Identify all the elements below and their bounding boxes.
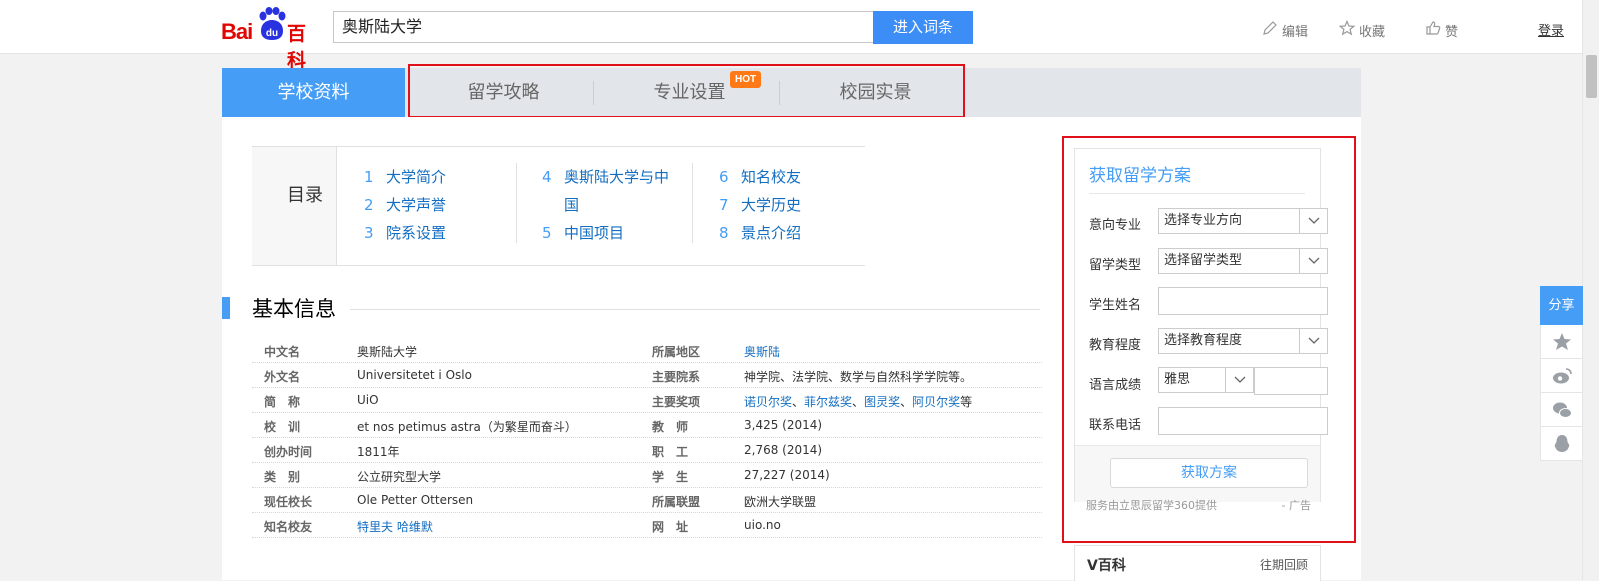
toc-item[interactable]: 1 大学简介 <box>364 166 446 187</box>
alumni-link[interactable]: 特里夫 哈维默 <box>357 518 433 535</box>
toc-item[interactable]: 6 知名校友 <box>719 166 801 187</box>
toc-item[interactable]: 3 院系设置 <box>364 222 446 243</box>
awards-value: 诺贝尔奖、菲尔兹奖、图灵奖、阿贝尔奖等 <box>744 395 973 409</box>
award-link[interactable]: 阿贝尔奖 <box>912 395 960 409</box>
top-bar: Bai du 百科 奥斯陆大学 进入词条 编辑 收藏 赞 登录 <box>0 0 1583 72</box>
region-link[interactable]: 奥斯陆 <box>744 343 780 360</box>
qzone-icon[interactable] <box>1540 325 1583 359</box>
section-header: 基本信息 <box>222 297 1040 321</box>
baidu-baike-logo[interactable]: Bai du 百科 <box>221 7 321 72</box>
toc-item[interactable]: 4 奥斯陆大学与中 <box>542 166 669 187</box>
toc-title-column: 目录 <box>252 147 337 265</box>
pencil-icon <box>1262 20 1278 40</box>
toc-item[interactable]: 5 中国项目 <box>542 222 624 243</box>
highlight-box-form <box>1062 136 1356 543</box>
scrollbar-thumb[interactable] <box>1586 55 1597 98</box>
tab-school-info[interactable]: 学校资料 <box>222 68 405 117</box>
favorite-button[interactable]: 收藏 <box>1338 20 1386 40</box>
section-marker <box>222 297 230 319</box>
weibo-icon[interactable] <box>1540 359 1583 393</box>
info-row: 外文名 Universitetet i Oslo 主要院系 神学院、法学院、数学… <box>252 362 1042 388</box>
like-label: 赞 <box>1445 24 1459 40</box>
v-baike-box: V百科 往期回顾 <box>1074 545 1321 581</box>
like-button[interactable]: 赞 <box>1425 20 1458 40</box>
edit-label: 编辑 <box>1282 24 1309 40</box>
toc-item[interactable]: 8 景点介绍 <box>719 222 801 243</box>
v-baike-title: V百科 <box>1087 558 1126 574</box>
thumbs-up-icon <box>1425 20 1441 40</box>
toc-separator <box>692 163 693 243</box>
past-issues-link[interactable]: 往期回顾 <box>1260 556 1308 573</box>
toc-separator <box>516 163 517 243</box>
search-input[interactable]: 奥斯陆大学 <box>333 11 873 43</box>
info-row: 现任校长 Ole Petter Ottersen 所属联盟 欧洲大学联盟 <box>252 487 1042 513</box>
info-row: 中文名 奥斯陆大学 所属地区 奥斯陆 <box>252 337 1042 363</box>
table-of-contents: 目录 1 大学简介 2 大学声誉 3 院系设置 4 奥斯陆大学与中 国 5 中国项目 6知… <box>252 146 865 266</box>
section-divider <box>350 309 1040 310</box>
logo-paw-icon: du <box>257 7 287 41</box>
qq-icon[interactable] <box>1540 427 1583 461</box>
wechat-icon[interactable] <box>1540 393 1583 427</box>
highlight-box-tabs <box>408 64 965 118</box>
award-link[interactable]: 诺贝尔奖 <box>744 395 792 409</box>
info-row: 知名校友 特里夫 哈维默 网 址 uio.no <box>252 512 1042 538</box>
share-panel: 分享 <box>1540 286 1583 461</box>
share-button[interactable]: 分享 <box>1540 286 1583 325</box>
favorite-label: 收藏 <box>1359 24 1386 40</box>
info-row: 校 训 et nos petimus astra（为繁星而奋斗） 教 师 3,4… <box>252 412 1042 438</box>
star-icon <box>1338 20 1356 40</box>
edit-button[interactable]: 编辑 <box>1262 20 1308 40</box>
award-link[interactable]: 图灵奖 <box>864 395 900 409</box>
award-link[interactable]: 菲尔兹奖 <box>804 395 852 409</box>
info-row: 简 称 UiO 主要奖项 诺贝尔奖、菲尔兹奖、图灵奖、阿贝尔奖等 <box>252 387 1042 413</box>
info-row: 创办时间 1811年 职 工 2,768 (2014) <box>252 437 1042 463</box>
toc-item-continued[interactable]: 国 <box>542 194 579 215</box>
logo-bai-text: Bai <box>221 19 253 44</box>
page-scrollbar[interactable] <box>1582 0 1599 580</box>
logo-du-text: du <box>266 28 278 39</box>
enter-entry-button[interactable]: 进入词条 <box>873 11 973 44</box>
toc-item[interactable]: 7 大学历史 <box>719 194 801 215</box>
toc-title: 目录 <box>287 185 323 206</box>
logo-baike-text: 百科 <box>287 23 307 72</box>
section-title: 基本信息 <box>252 297 336 321</box>
info-row: 类 别 公立研究型大学 学 生 27,227 (2014) <box>252 462 1042 488</box>
toc-item[interactable]: 2 大学声誉 <box>364 194 446 215</box>
login-link[interactable]: 登录 <box>1538 20 1564 39</box>
